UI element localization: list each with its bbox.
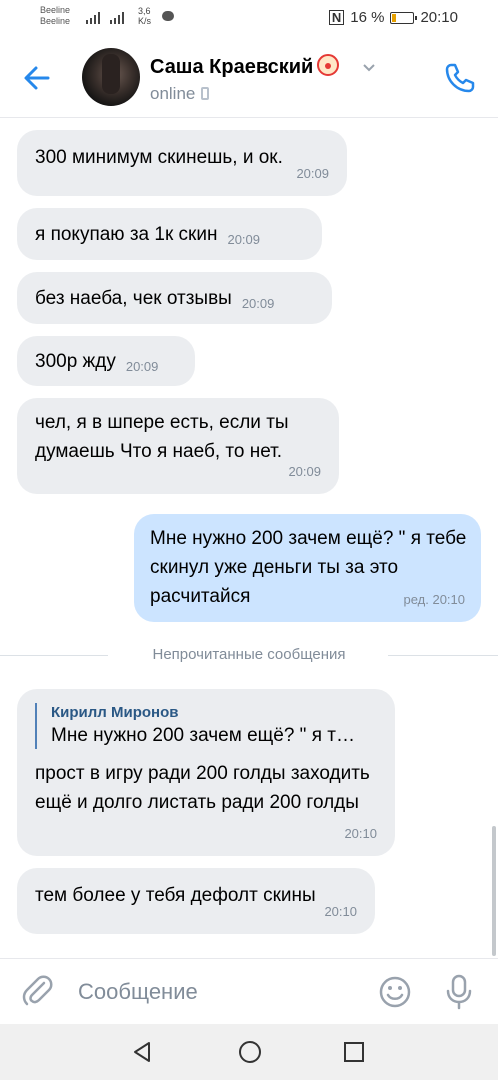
- contact-name-row[interactable]: Саша Краевский: [150, 54, 340, 79]
- message-outgoing[interactable]: Мне нужно 200 зачем ещё? " я тебе скинул…: [134, 514, 481, 622]
- message-text: тем более у тебя дефолт скины: [35, 885, 316, 906]
- message-text: 300р жду: [35, 351, 116, 372]
- voice-message-button[interactable]: [444, 973, 474, 1011]
- scrollbar[interactable]: [492, 826, 496, 956]
- reply-author: Кирилл Миронов: [51, 704, 179, 721]
- carrier-2: Beeline: [40, 16, 71, 26]
- battery-percent: 16 %: [350, 9, 385, 26]
- carrier-labels: Beeline Beeline: [40, 5, 70, 27]
- message-input[interactable]: Сообщение: [78, 979, 198, 1005]
- chevron-down-icon[interactable]: [362, 60, 376, 76]
- nav-recent-button[interactable]: [343, 1041, 365, 1068]
- nav-back-button[interactable]: [130, 1040, 154, 1069]
- message-incoming[interactable]: я покупаю за 1к скин 20:09: [17, 208, 322, 260]
- message-text: прост в игру ради 200 голды заходить ещё…: [35, 763, 370, 813]
- call-button[interactable]: [440, 58, 480, 98]
- unread-divider: Непрочитанные сообщения: [0, 644, 498, 666]
- paperclip-icon: [22, 975, 53, 1006]
- message-time: 20:09: [125, 359, 159, 374]
- message-incoming[interactable]: 300р жду 20:09: [17, 336, 195, 386]
- emoji-button[interactable]: [378, 975, 412, 1009]
- status-right: N 16 % 20:10: [328, 9, 458, 26]
- unread-divider-label: Непрочитанные сообщения: [152, 646, 346, 663]
- message-time: 20:09: [227, 232, 261, 247]
- battery-icon: [390, 11, 418, 24]
- message-notification-icon: [162, 11, 174, 21]
- message-time: 20:09: [288, 464, 321, 479]
- message-text: 300 минимум скинешь, и ок.: [35, 147, 283, 168]
- message-text: я покупаю за 1к скин: [35, 224, 218, 245]
- status-bar: Beeline Beeline 3,6 K/s N 16 % 20:10: [0, 0, 498, 38]
- message-incoming[interactable]: тем более у тебя дефолт скины 20:10: [17, 868, 375, 934]
- message-text: чел, я в шпере есть, если ты думаешь Что…: [35, 412, 289, 462]
- message-time: ред. 20:10: [403, 592, 465, 607]
- avatar[interactable]: [82, 48, 140, 106]
- carrier-1: Beeline: [40, 5, 71, 15]
- clown-emoji-icon: [317, 54, 340, 76]
- speed-value: 3,6: [138, 6, 151, 16]
- online-status: online: [150, 84, 210, 104]
- message-input-bar: Сообщение: [0, 958, 498, 1024]
- clock: 20:10: [420, 9, 458, 26]
- message-time: 20:09: [241, 296, 275, 311]
- phone-icon: [445, 63, 475, 93]
- nav-home-button[interactable]: [238, 1040, 262, 1069]
- signal-1-icon: [86, 12, 100, 24]
- message-incoming[interactable]: 300 минимум скинешь, и ок. 20:09: [17, 130, 347, 196]
- message-text: без наеба, чек отзывы: [35, 288, 232, 309]
- network-speed: 3,6 K/s: [138, 6, 151, 26]
- online-label: online: [150, 84, 196, 103]
- message-time: 20:09: [296, 166, 329, 181]
- back-arrow-icon: [24, 66, 50, 90]
- triangle-back-icon: [134, 1042, 150, 1062]
- reply-quote[interactable]: Кирилл Миронов Мне нужно 200 зачем ещё? …: [35, 703, 377, 749]
- attach-button[interactable]: [20, 973, 56, 1009]
- message-time: 20:10: [324, 904, 357, 919]
- microphone-icon: [446, 974, 472, 1010]
- message-incoming-reply[interactable]: Кирилл Миронов Мне нужно 200 зачем ещё? …: [17, 689, 395, 856]
- signal-2-icon: [110, 12, 124, 24]
- speed-unit: K/s: [138, 16, 152, 26]
- mobile-device-icon: [201, 87, 210, 100]
- message-incoming[interactable]: без наеба, чек отзывы 20:09: [17, 272, 332, 324]
- back-button[interactable]: [18, 58, 58, 98]
- square-recent-icon: [344, 1042, 364, 1062]
- message-incoming[interactable]: чел, я в шпере есть, если ты думаешь Что…: [17, 398, 339, 494]
- system-nav-bar: [0, 1024, 498, 1080]
- message-time: 20:10: [344, 826, 377, 841]
- reply-text: Мне нужно 200 зачем ещё? " я т…: [51, 725, 355, 746]
- nfc-icon: N: [328, 10, 345, 25]
- smile-icon: [379, 976, 411, 1008]
- chat-header: Саша Краевский online: [0, 38, 498, 118]
- circle-home-icon: [239, 1041, 261, 1063]
- contact-name: Саша Краевский: [150, 56, 314, 78]
